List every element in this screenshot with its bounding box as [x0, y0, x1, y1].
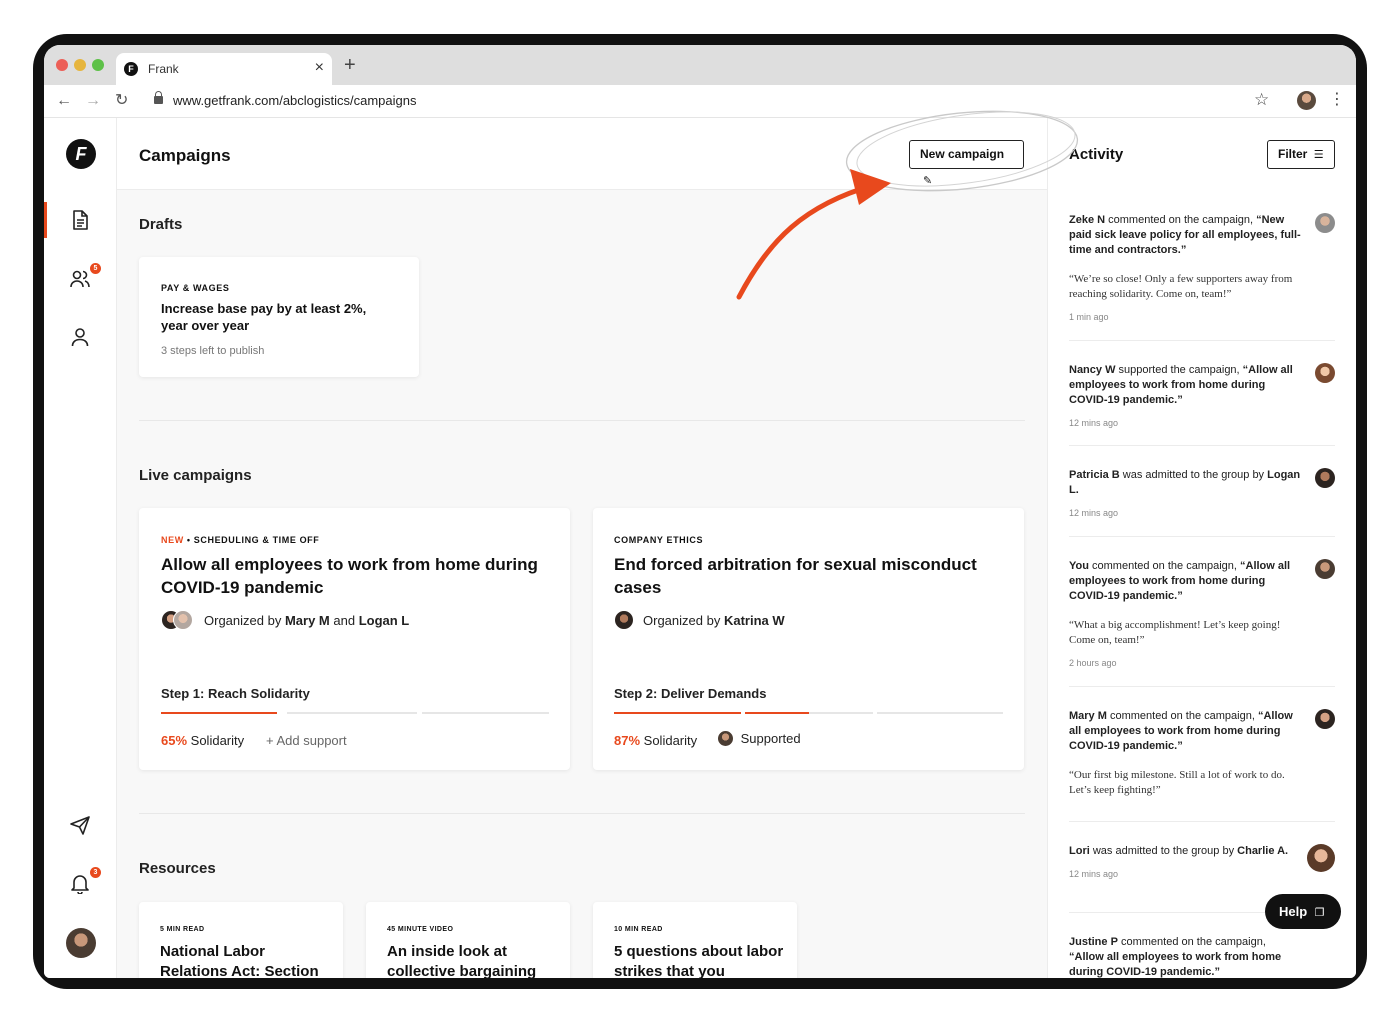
browser-window: F Frank × + ← → ↻ www.getfrank.com/abclo…: [44, 45, 1356, 978]
chat-icon: ❐: [1314, 907, 1325, 919]
arrow-head-icon: [850, 169, 891, 205]
annotation-overlay: [736, 110, 1079, 300]
device-frame: F Frank × + ← → ↻ www.getfrank.com/abclo…: [33, 34, 1367, 989]
help-label: Help: [1279, 904, 1308, 919]
arrow-icon: [736, 182, 877, 300]
help-button[interactable]: Help ❐: [1265, 894, 1341, 929]
